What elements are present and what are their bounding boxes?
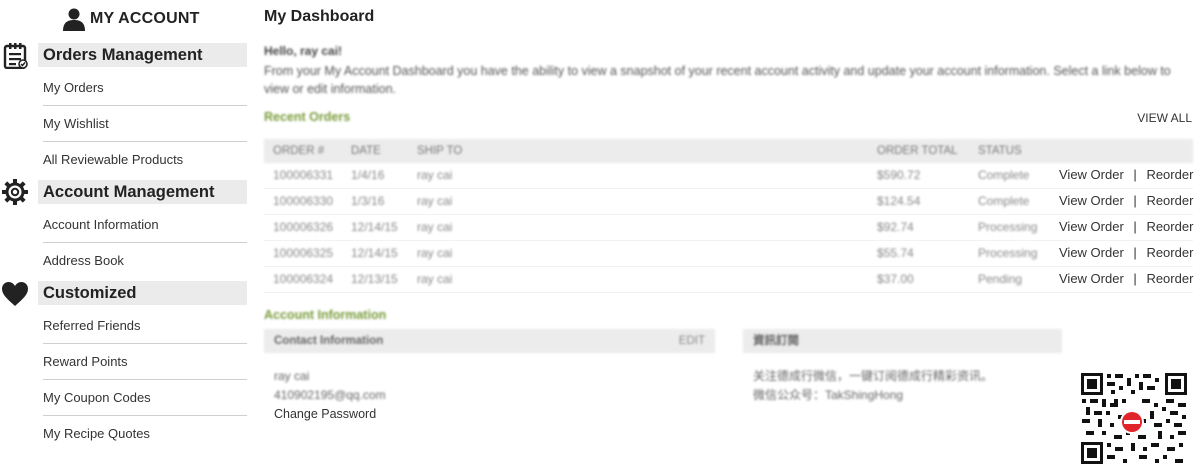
order-ship-to: ray cai [417,246,453,260]
action-separator: | [1133,167,1137,182]
greeting: Hello, ray cai! [264,44,343,58]
order-date: 12/14/15 [351,220,398,234]
order-actions: View Order | Reorder [1059,241,1193,265]
order-total: $92.74 [877,220,914,234]
sidebar-item-account-information[interactable]: Account Information [43,207,247,243]
order-ship-to: ray cai [417,272,453,286]
order-actions: View Order | Reorder [1059,189,1193,213]
order-date: 1/4/16 [351,168,385,182]
wechat-qr-code [1080,372,1188,465]
dashboard-intro: From your My Account Dashboard you have … [264,64,1171,96]
order-ship-to: ray cai [417,220,453,234]
recent-orders-title: Recent Orders [264,110,351,124]
sidebar-item-my-orders[interactable]: My Orders [43,70,247,106]
order-actions: View Order | Reorder [1059,215,1193,239]
reorder-link[interactable]: Reorder [1146,193,1193,208]
view-all-link[interactable]: VIEW ALL [1137,111,1192,125]
contact-information-header: Contact Information EDIT [264,329,715,353]
view-order-link[interactable]: View Order [1059,271,1124,286]
contact-information-body: ray cai 410902195@qq.com Change Password [274,367,386,424]
col-order-num: ORDER # [273,145,325,157]
action-separator: | [1133,245,1137,260]
order-total: $124.54 [877,194,921,208]
orders-management-heading: Orders Management [38,43,247,67]
orders-header-row: ORDER # DATE SHIP TO ORDER TOTAL STATUS [264,139,1193,163]
newsletter-label: 資訊訂閱 [753,335,799,347]
change-password-link[interactable]: Change Password [274,405,386,424]
order-ship-to: ray cai [417,168,453,182]
newsletter-header: 資訊訂閱 [743,329,1062,353]
contact-email: 410902195@qq.com [274,388,386,402]
qr-code-image [1080,372,1188,465]
table-row: 100006326 12/14/15 ray cai $92.74 Proces… [264,215,1193,241]
order-actions: View Order | Reorder [1059,267,1193,291]
contact-name: ray cai [274,369,310,383]
col-order-total: ORDER TOTAL [877,145,958,157]
order-number: 100006324 [273,272,334,286]
order-date: 12/13/15 [351,272,398,286]
account-information-title: Account Information [264,308,387,322]
sidebar-item-recipe-quotes[interactable]: My Recipe Quotes [43,416,247,452]
order-ship-to: ray cai [417,194,453,208]
action-separator: | [1133,271,1137,286]
user-icon [63,8,85,31]
sidebar-item-reviewable-products[interactable]: All Reviewable Products [43,142,247,178]
customized-heading: Customized [38,281,247,305]
table-row: 100006324 12/13/15 ray cai $37.00 Pendin… [264,267,1193,293]
newsletter-line-2: 微信公众号：TakShingHong [753,388,904,402]
sidebar-item-referred-friends[interactable]: Referred Friends [43,308,247,344]
table-row: 100006325 12/14/15 ray cai $55.74 Proces… [264,241,1193,267]
reorder-link[interactable]: Reorder [1146,167,1193,182]
col-ship-to: SHIP TO [417,145,463,157]
order-status: Processing [978,220,1038,234]
table-row: 100006331 1/4/16 ray cai $590.72 Complet… [264,163,1193,189]
col-status: STATUS [978,145,1022,157]
page-title: My Dashboard [264,8,375,25]
order-status: Processing [978,246,1038,260]
order-status: Complete [978,194,1030,208]
order-number: 100006326 [273,220,334,234]
account-management-heading: Account Management [38,180,247,204]
order-number: 100006330 [273,194,334,208]
col-date: DATE [351,145,381,157]
newsletter-body: 关注德成行微信，一键订阅德成行精彩资讯。 微信公众号：TakShingHong [753,367,993,405]
action-separator: | [1133,193,1137,208]
gear-icon [2,179,28,205]
edit-contact-link[interactable]: EDIT [679,329,705,353]
sidebar-item-my-wishlist[interactable]: My Wishlist [43,106,247,142]
clipboard-list-icon [3,43,28,69]
order-number: 100006331 [273,168,334,182]
order-date: 1/3/16 [351,194,385,208]
view-order-link[interactable]: View Order [1059,245,1124,260]
sidebar-item-coupon-codes[interactable]: My Coupon Codes [43,380,247,416]
reorder-link[interactable]: Reorder [1146,219,1193,234]
order-total: $55.74 [877,246,914,260]
my-account-header: MY ACCOUNT [62,6,200,32]
order-status: Pending [978,272,1023,286]
order-actions: View Order | Reorder [1059,163,1193,187]
action-separator: | [1133,219,1137,234]
recent-orders-table: ORDER # DATE SHIP TO ORDER TOTAL STATUS … [264,139,1193,293]
newsletter-line-1: 关注德成行微信，一键订阅德成行精彩资讯。 [753,369,994,383]
view-order-link[interactable]: View Order [1059,193,1124,208]
reorder-link[interactable]: Reorder [1146,271,1193,286]
contact-information-label: Contact Information [274,335,384,347]
order-status: Complete [978,168,1030,182]
table-row: 100006330 1/3/16 ray cai $124.54 Complet… [264,189,1193,215]
order-total: $590.72 [877,168,921,182]
view-order-link[interactable]: View Order [1059,219,1124,234]
sidebar-item-reward-points[interactable]: Reward Points [43,344,247,380]
view-order-link[interactable]: View Order [1059,167,1124,182]
order-number: 100006325 [273,246,334,260]
reorder-link[interactable]: Reorder [1146,245,1193,260]
my-account-title: MY ACCOUNT [90,10,200,27]
order-total: $37.00 [877,272,914,286]
heart-icon [2,282,28,306]
account-sidebar: MY ACCOUNT Orders Management My Orders M… [0,0,250,465]
order-date: 12/14/15 [351,246,398,260]
sidebar-item-address-book[interactable]: Address Book [43,243,247,279]
